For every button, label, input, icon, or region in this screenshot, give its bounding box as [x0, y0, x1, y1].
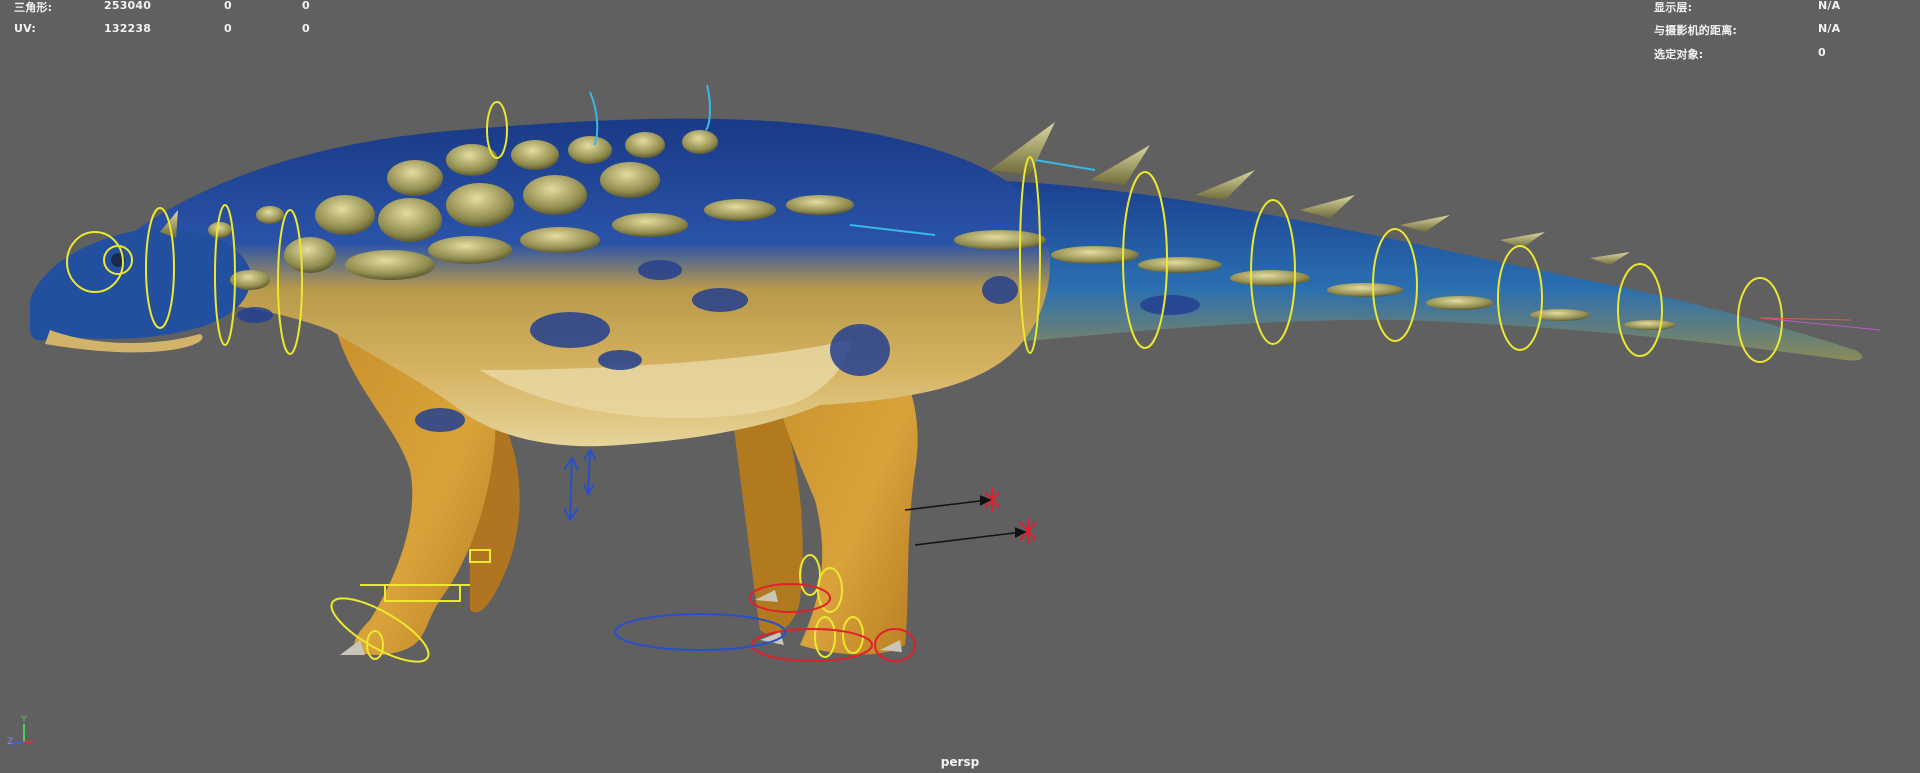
hud-stats-right: 显示层: N/A 与摄影机的距离: N/A 选定对象: 0 [1640, 0, 1900, 64]
maya-viewport[interactable]: 三角形: 253040 0 0 UV: 132238 0 0 显示层: N/A … [0, 0, 1920, 773]
selected-objects-value: 0 [1818, 46, 1826, 59]
camera-name-label: persp [940, 755, 980, 769]
uv-component: 0 [302, 22, 310, 35]
display-layer-value: N/A [1818, 0, 1841, 12]
hud-row-selected-objects: 选定对象: 0 [1640, 46, 1900, 61]
uv-selected: 0 [224, 22, 232, 35]
hud-row-camera-distance: 与摄影机的距离: N/A [1640, 22, 1900, 37]
triangles-component: 0 [302, 0, 310, 12]
viewport-scene[interactable] [0, 0, 1920, 773]
hud-stats-left: 三角形: 253040 0 0 UV: 132238 0 0 [0, 0, 340, 40]
display-layer-label: 显示层: [1654, 1, 1693, 14]
camera-distance-value: N/A [1818, 22, 1841, 35]
tail [980, 180, 1863, 361]
triangles-selected: 0 [224, 0, 232, 12]
axis-gizmo: Y Z [7, 715, 34, 747]
triangles-value: 253040 [104, 0, 152, 12]
uv-label: UV: [14, 22, 36, 35]
triangles-label: 三角形: [14, 1, 53, 14]
hud-row-uv: UV: 132238 0 0 [0, 22, 340, 36]
pole-vector-lines [904, 495, 1027, 546]
selected-objects-label: 选定对象: [1654, 48, 1704, 61]
hud-row-triangles: 三角形: 253040 0 0 [0, 0, 340, 14]
hud-row-display-layer: 显示层: N/A [1640, 0, 1900, 14]
camera-distance-label: 与摄影机的距离: [1654, 24, 1737, 37]
axis-z-label: Z [7, 737, 13, 747]
axis-y-label: Y [20, 715, 27, 725]
uv-value: 132238 [104, 22, 152, 35]
